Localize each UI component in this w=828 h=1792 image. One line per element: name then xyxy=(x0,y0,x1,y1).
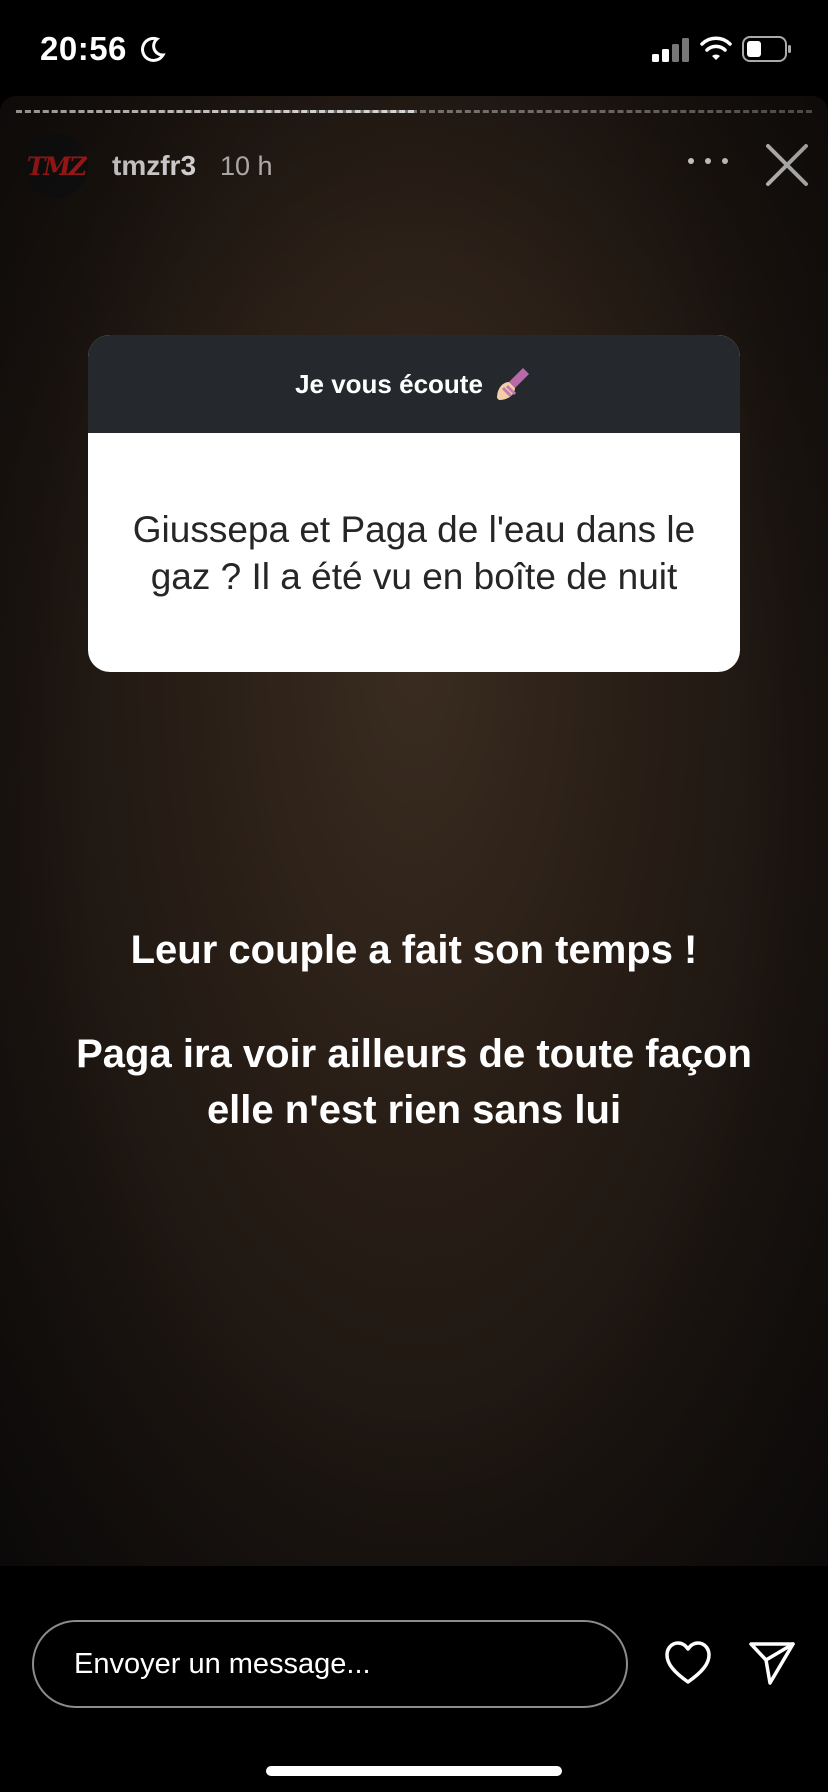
status-time: 20:56 xyxy=(40,30,127,67)
story-card[interactable]: TMZ tmzfr3 10 h Je vous écoute Giussepa … xyxy=(0,96,828,1566)
heart-icon[interactable] xyxy=(664,1640,712,1686)
close-icon[interactable] xyxy=(764,142,810,188)
moon-icon xyxy=(141,36,166,62)
question-sticker-header: Je vous écoute xyxy=(88,335,740,433)
signal-icon xyxy=(652,38,689,62)
tmz-logo: TMZ xyxy=(26,151,88,181)
instagram-story-screen: 20:56 TMZ tmzfr3 10 h Je vous écoute Giu… xyxy=(0,0,828,1792)
story-progress-fill xyxy=(16,110,414,113)
answer-text-1: Leur couple a fait son temps ! xyxy=(130,928,698,972)
question-sticker-title: Je vous écoute xyxy=(295,368,483,399)
status-bar: 20:56 xyxy=(0,0,828,96)
username[interactable]: tmzfr3 xyxy=(112,150,196,182)
nail-polish-icon xyxy=(496,368,529,400)
story-progress-bar xyxy=(16,110,812,114)
question-sticker[interactable]: Je vous écoute Giussepa et Paga de l'eau… xyxy=(88,335,740,672)
post-time: 10 h xyxy=(220,151,273,181)
home-indicator xyxy=(266,1766,562,1776)
message-input[interactable] xyxy=(32,1620,628,1708)
question-sticker-text: Giussepa et Paga de l'eau dans le gaz ? … xyxy=(132,508,696,597)
wifi-icon xyxy=(700,36,732,60)
answer-text-2: Paga ira voir ailleurs de toute façon el… xyxy=(76,1032,752,1132)
more-options-icon[interactable] xyxy=(688,146,728,176)
avatar[interactable]: TMZ xyxy=(24,134,88,198)
battery-icon xyxy=(742,36,791,62)
send-icon[interactable] xyxy=(748,1640,796,1686)
